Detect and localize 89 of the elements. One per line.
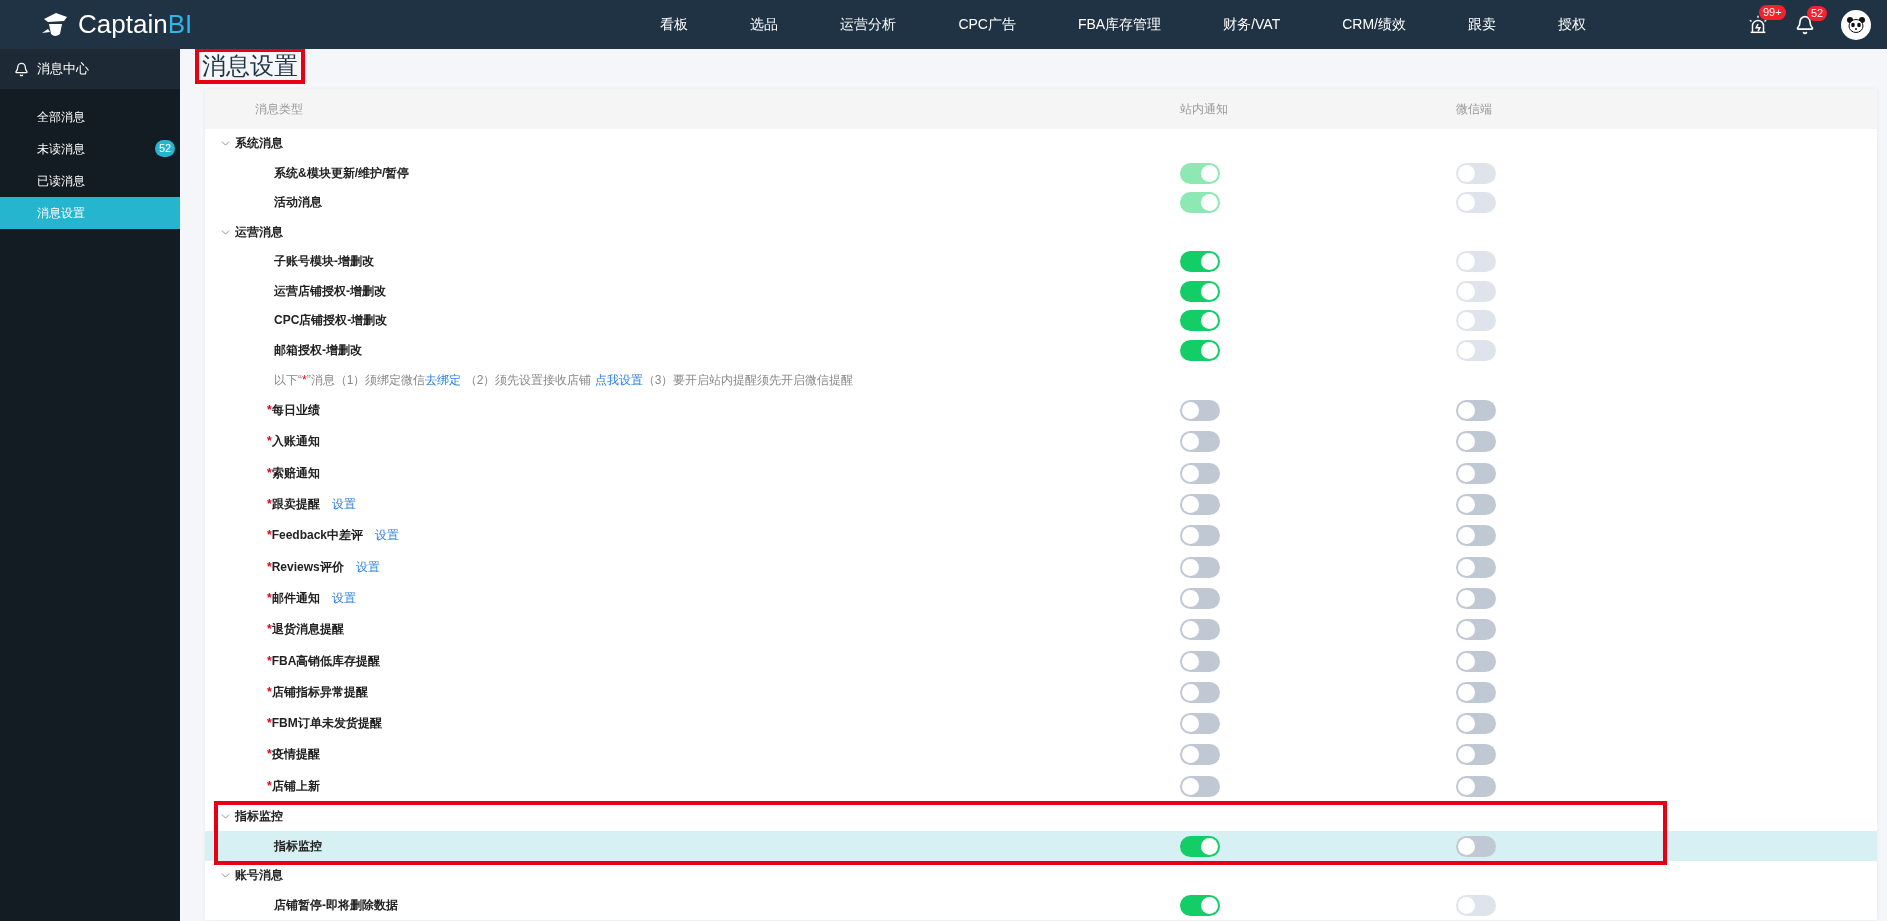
nav-item[interactable]: 选品 [719,15,810,34]
column-header: 站内通知 [1180,100,1228,118]
logo-text: CaptainBI [78,9,193,40]
toggle-switch[interactable] [1180,681,1220,703]
toggle-switch[interactable] [1180,525,1220,547]
nav-item[interactable]: 运营分析 [809,15,928,34]
toggle-switch[interactable] [1456,494,1496,516]
captain-hat-logo-icon [40,10,70,39]
notification-badge: 52 [1807,5,1828,21]
toggle-switch[interactable] [1180,587,1220,609]
toggle-switch[interactable] [1180,713,1220,735]
bell-icon [14,61,29,77]
toggle-switch[interactable] [1180,556,1220,578]
nav-item[interactable]: 跟卖 [1437,15,1527,34]
toggle-switch[interactable] [1456,744,1496,766]
settings-link[interactable]: 设置 [375,527,400,545]
unread-count-badge: 52 [155,140,176,157]
message-type-label: 运营店铺授权-增删改 [274,282,386,300]
sidebar-title: 消息中心 [37,60,89,78]
toggle-switch[interactable] [1456,525,1496,547]
nav-item[interactable]: 授权 [1527,15,1617,34]
notice-text: 以下“*”消息（1）须绑定微信去绑定 （2）须先设置接收店铺 点我设置（3）要开启站内提醒须先开启微信提醒 [274,371,854,389]
toggle-switch[interactable] [1180,775,1220,797]
section-toggle[interactable]: 指标监控 [219,808,283,826]
section-toggle[interactable]: 账号消息 [219,867,283,885]
message-type-label: *疫情提醒 [267,746,320,764]
column-header: 消息类型 [254,100,303,118]
notice-link[interactable]: 去绑定 [425,372,462,387]
toggle-switch[interactable] [1456,650,1496,672]
toggle-switch[interactable] [1180,494,1220,516]
message-type-label: 指标监控 [274,837,322,855]
column-header: 微信端 [1456,100,1492,118]
notification-badge: 99+ [1759,4,1786,20]
toggle-switch[interactable] [1456,556,1496,578]
toggle-switch[interactable] [1180,431,1220,453]
nav-item[interactable]: CPC广告 [927,15,1047,34]
message-type-label: 邮箱授权-增删改 [274,341,362,359]
toggle-switch[interactable] [1180,310,1220,332]
message-type-label: 子账号模块-增删改 [274,253,374,271]
message-type-label: *Feedback中差评 [267,527,364,545]
sidebar-item[interactable]: 已读消息 [0,165,180,197]
section-toggle[interactable]: 运营消息 [219,223,283,241]
message-type-label: 店铺暂停-即将删除数据 [274,896,398,914]
settings-link[interactable]: 设置 [355,558,380,576]
toggle-switch[interactable] [1456,587,1496,609]
settings-link[interactable]: 设置 [331,589,356,607]
nav-item[interactable]: FBA库存管理 [1046,15,1193,34]
section-toggle[interactable]: 系统消息 [219,135,283,153]
message-type-label: 活动消息 [274,194,322,212]
toggle-switch[interactable] [1456,462,1496,484]
sidebar-item[interactable]: 未读消息 52 [0,133,180,165]
toggle-switch[interactable] [1180,462,1220,484]
toggle-switch[interactable] [1180,400,1220,422]
toggle-switch[interactable] [1180,744,1220,766]
toggle-switch[interactable] [1180,650,1220,672]
message-type-label: *跟卖提醒 [267,496,320,514]
nav-item[interactable]: CRM/绩效 [1311,15,1437,34]
message-type-label: *邮件通知 [267,589,320,607]
nav-item[interactable]: 财务/VAT [1192,15,1312,34]
sidebar-item[interactable]: 全部消息 [0,101,180,133]
toggle-switch[interactable] [1456,619,1496,641]
message-type-label: *FBA高销低库存提醒 [267,652,381,670]
message-type-label: CPC店铺授权-增删改 [274,312,388,330]
toggle-switch[interactable] [1456,431,1496,453]
message-type-label: *FBM订单未发货提醒 [267,715,382,733]
message-type-label: *入账通知 [267,433,320,451]
notice-link[interactable]: 点我设置 [594,372,643,387]
message-type-label: *退货消息提醒 [267,621,344,639]
toggle-switch[interactable] [1456,835,1496,857]
toggle-switch[interactable] [1180,619,1220,641]
toggle-switch[interactable] [1180,280,1220,302]
toggle-switch[interactable] [1456,713,1496,735]
message-type-label: *索赔通知 [267,464,320,482]
message-type-label: *店铺上新 [267,777,320,795]
toggle-switch[interactable] [1180,251,1220,273]
message-type-label: *店铺指标异常提醒 [267,683,368,701]
page-title: 消息设置 [198,51,302,81]
toggle-switch[interactable] [1456,400,1496,422]
toggle-switch[interactable] [1456,775,1496,797]
toggle-switch[interactable] [1180,894,1220,916]
settings-link[interactable]: 设置 [331,496,356,514]
toggle-switch[interactable] [1180,835,1220,857]
message-type-label: 系统&模块更新/维护/暂停 [274,164,410,182]
message-type-label: *每日业绩 [267,402,320,420]
avatar-icon[interactable] [1841,9,1871,40]
nav-item[interactable]: 看板 [629,15,720,34]
toggle-switch[interactable] [1456,681,1496,703]
message-type-label: *Reviews评价 [267,558,344,576]
toggle-switch[interactable] [1180,339,1220,361]
